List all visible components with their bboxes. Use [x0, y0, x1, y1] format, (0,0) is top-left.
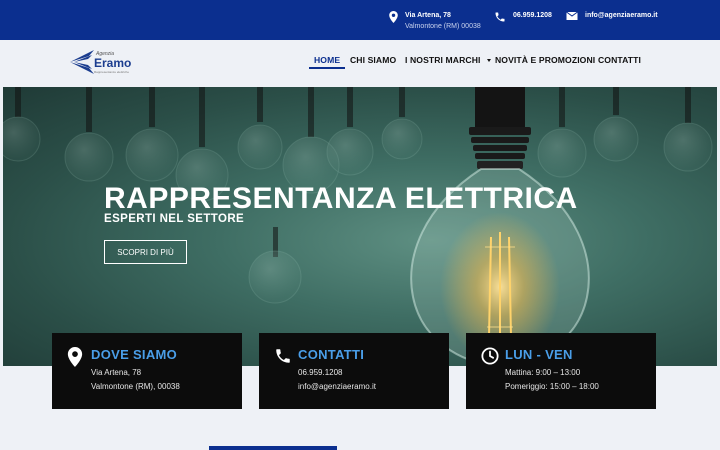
card-hours-afternoon: Pomeriggio: 15:00 – 18:00 [505, 382, 599, 391]
envelope-icon [566, 11, 578, 20]
card-contacts-email[interactable]: info@agenziaeramo.it [298, 382, 376, 391]
phone-icon [276, 349, 290, 363]
topbar-phone[interactable]: 06.959.1208 [494, 10, 552, 23]
section-heading-bar [209, 446, 337, 450]
topbar-address: Via Artena, 78 Valmontone (RM) 00038 [389, 10, 481, 32]
topbar-address-line2: Valmontone (RM) 00038 [405, 23, 481, 30]
card-title-hours: LUN - VEN [505, 347, 573, 362]
logo-text-eramo: Eramo [94, 56, 131, 70]
card-title-contacts: CONTATTI [298, 347, 365, 362]
location-pin-icon [67, 347, 83, 367]
nav-item-marchi-label: I NOSTRI MARCHI [405, 55, 481, 65]
clock-icon [481, 347, 499, 365]
info-card-location: DOVE SIAMO Via Artena, 78 Valmontone (RM… [52, 333, 242, 409]
caret-down-icon [487, 59, 491, 63]
top-contact-bar: Via Artena, 78 Valmontone (RM) 00038 06.… [0, 0, 720, 40]
location-pin-icon [389, 11, 398, 23]
main-navbar: Agenzia Eramo Rappresentanze elettriche … [0, 40, 720, 87]
card-contacts-phone[interactable]: 06.959.1208 [298, 368, 343, 377]
logo-text-tagline: Rappresentanze elettriche [94, 70, 129, 74]
hero-subtitle: ESPERTI NEL SETTORE [104, 213, 245, 225]
hero-lightbulbs-image [3, 87, 713, 366]
info-card-hours: LUN - VEN Mattina: 9:00 – 13:00 Pomerigg… [466, 333, 656, 409]
hero-title: RAPPRESENTANZA ELETTRICA [104, 182, 578, 215]
phone-icon [495, 12, 505, 22]
info-card-contacts: CONTATTI 06.959.1208 info@agenziaeramo.i… [259, 333, 449, 409]
card-location-line2: Valmontone (RM), 00038 [91, 382, 180, 391]
card-title-location: DOVE SIAMO [91, 347, 178, 362]
card-hours-morning: Mattina: 9:00 – 13:00 [505, 368, 581, 377]
topbar-phone-text: 06.959.1208 [513, 12, 552, 19]
nav-item-home[interactable]: HOME [314, 55, 340, 65]
logo-mark-icon: Agenzia Eramo Rappresentanze elettriche [70, 50, 131, 74]
card-location-line1: Via Artena, 78 [91, 368, 142, 377]
topbar-email[interactable]: info@agenziaeramo.it [566, 10, 658, 21]
nav-active-underline [309, 67, 345, 69]
nav-item-novita-promozioni[interactable]: NOVITÀ E PROMOZIONI [495, 55, 595, 65]
nav-item-chi-siamo[interactable]: CHI SIAMO [350, 55, 396, 65]
nav-item-contatti[interactable]: CONTATTI [598, 55, 641, 65]
topbar-email-text: info@agenziaeramo.it [585, 12, 658, 19]
hero-banner: RAPPRESENTANZA ELETTRICA ESPERTI NEL SET… [3, 87, 717, 366]
discover-more-button[interactable]: SCOPRI DI PIÙ [104, 240, 187, 264]
topbar-address-line1: Via Artena, 78 [405, 12, 451, 19]
logo[interactable]: Agenzia Eramo Rappresentanze elettriche [68, 44, 148, 80]
nav-item-i-nostri-marchi[interactable]: I NOSTRI MARCHI [405, 55, 491, 65]
